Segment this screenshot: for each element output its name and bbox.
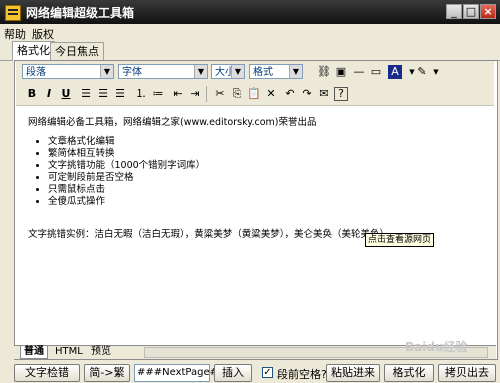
editor-content[interactable]: 网络编辑必备工具箱，网络编辑之家(www.editorsky.com)荣誉出品 … — [20, 108, 490, 340]
image-icon[interactable]: ▣ — [333, 64, 349, 80]
format-button[interactable]: 格式化 — [384, 364, 434, 382]
link-icon[interactable]: ⛓ — [316, 64, 332, 80]
toolbar-row-1: 段落 ▼ 字体 ▼ 大小 ▼ 格式 ▼ ⛓ ▣ — ▭ A ▼ ✎ ▼ — [16, 61, 494, 84]
font-select[interactable]: 字体 ▼ — [118, 64, 208, 79]
window-title: 网络编辑超级工具箱 — [26, 6, 135, 20]
size-select[interactable]: 大小 ▼ — [211, 64, 245, 79]
align-center-icon[interactable]: ☰ — [95, 86, 111, 102]
proofread-button[interactable]: 文字检错 — [14, 364, 80, 382]
tab-format[interactable]: 格式化 — [12, 41, 55, 61]
font-color-icon[interactable]: A — [388, 65, 402, 79]
tooltip: 点击查看源网页 — [365, 233, 435, 247]
minimize-button[interactable]: _ — [446, 4, 462, 19]
paste-in-button[interactable]: 粘贴进来 — [326, 364, 380, 382]
tab-today-focus[interactable]: 今日焦点 — [50, 42, 104, 60]
format-select[interactable]: 格式 ▼ — [249, 64, 303, 79]
cut-icon[interactable]: ✂ — [212, 86, 228, 102]
indent-checkbox-label: 段前空格? — [277, 368, 327, 381]
menu-bar: 帮助 版权 — [0, 24, 500, 41]
undo-icon[interactable]: ↶ — [282, 86, 298, 102]
tab-normal[interactable]: 普通 — [20, 346, 48, 359]
numbered-list-icon[interactable]: ⒈ — [133, 86, 149, 102]
toolbar-divider — [206, 86, 207, 102]
horizontal-rule-icon[interactable]: — — [351, 64, 367, 80]
delete-icon[interactable]: ✕ — [263, 86, 279, 102]
page-break-input[interactable]: ###NextPage### — [134, 364, 235, 382]
chevron-down-icon: ▼ — [100, 65, 113, 78]
underline-icon[interactable]: U — [58, 86, 74, 102]
intro-text: 网络编辑必备工具箱，网络编辑之家(www.editorsky.com)荣誉出品 — [28, 117, 317, 128]
indent-checkbox[interactable]: ✓ — [262, 367, 273, 378]
align-left-icon[interactable]: ☰ — [78, 86, 94, 102]
list-item: 只需鼠标点击 — [48, 184, 205, 196]
copy-out-button[interactable]: 拷贝出去 — [438, 364, 496, 382]
tab-html[interactable]: HTML — [52, 346, 86, 358]
convert-button[interactable]: 简->繁 — [84, 364, 130, 382]
toolbar-row-2: B I U ☰ ☰ ☰ ⒈ ≔ ⇤ ⇥ ✂ ⎘ 📋 ✕ ↶ ↷ ✉ ? — [16, 83, 494, 106]
list-item: 可定制段前是否空格 — [48, 172, 205, 184]
tab-preview[interactable]: 预览 — [88, 346, 114, 358]
action-bar: 文字检错 简->繁 ###NextPage### 插入 ✓ 段前空格? 粘贴进来… — [0, 361, 500, 383]
chevron-down-icon[interactable]: ▼ — [428, 64, 444, 80]
paragraph-select[interactable]: 段落 ▼ — [22, 64, 114, 79]
list-item: 文字挑错功能（1000个错别字词库） — [48, 160, 205, 172]
indent-icon[interactable]: ⇥ — [187, 86, 203, 102]
close-button[interactable]: × — [480, 4, 496, 19]
copy-icon[interactable]: ⎘ — [229, 86, 245, 102]
table-icon[interactable]: ▭ — [368, 64, 384, 80]
align-right-icon[interactable]: ☰ — [112, 86, 128, 102]
bullet-list-icon[interactable]: ≔ — [150, 86, 166, 102]
list-item: 全傻瓜式操作 — [48, 196, 205, 208]
app-icon — [5, 5, 21, 21]
help-icon[interactable]: ? — [334, 87, 348, 101]
chevron-down-icon: ▼ — [231, 65, 244, 78]
watermark: Baidu经验 — [405, 340, 468, 354]
insert-button[interactable]: 插入 — [214, 364, 252, 382]
top-tabs: 格式化 今日焦点 — [0, 40, 500, 61]
chevron-down-icon: ▼ — [289, 65, 302, 78]
app-window: 网络编辑超级工具箱 _ □ × 帮助 版权 格式化 今日焦点 段落 ▼ 字体 ▼… — [0, 0, 500, 383]
example-text: 文字挑错实例：洁白无暇（洁白无瑕），黄粱美梦（黄粱美梦），美仑美奂（美轮美奂） — [28, 229, 390, 240]
title-bar: 网络编辑超级工具箱 _ □ × — [0, 0, 500, 24]
chevron-down-icon: ▼ — [194, 65, 207, 78]
list-item: 文章格式化编辑 — [48, 136, 205, 148]
bold-icon[interactable]: B — [24, 86, 40, 102]
redo-icon[interactable]: ↷ — [299, 86, 315, 102]
paste-icon[interactable]: 📋 — [246, 86, 262, 102]
italic-icon[interactable]: I — [41, 86, 57, 102]
feature-list: 文章格式化编辑 繁简体相互转换 文字挑错功能（1000个错别字词库） 可定制段前… — [32, 136, 205, 208]
list-item: 繁简体相互转换 — [48, 148, 205, 160]
edit-note-icon[interactable]: ✉ — [316, 86, 332, 102]
maximize-button[interactable]: □ — [463, 4, 479, 19]
outdent-icon[interactable]: ⇤ — [170, 86, 186, 102]
